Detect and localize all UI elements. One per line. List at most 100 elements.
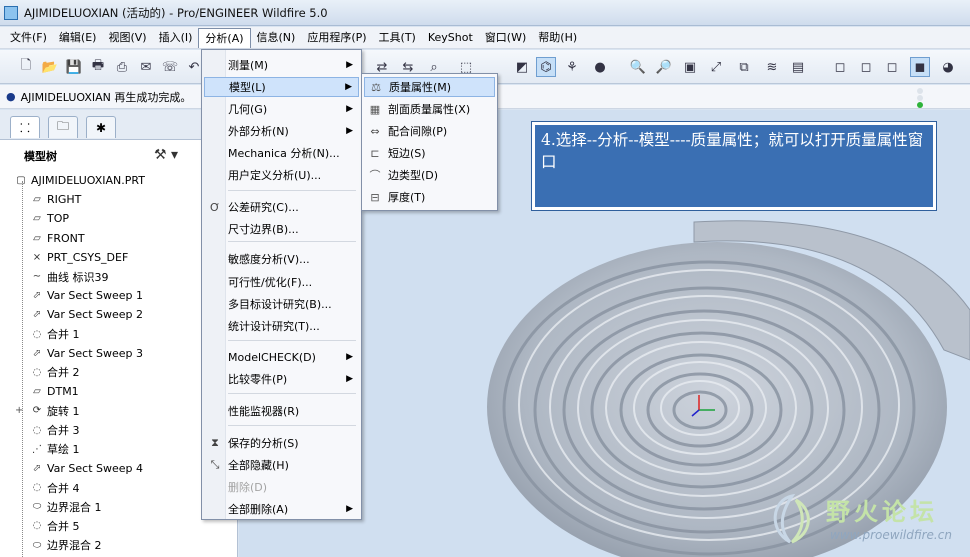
analysis-menu-item[interactable]: 模型(L) ▶ xyxy=(204,77,359,97)
menu-item-label: 用户定义分析(U)... xyxy=(228,169,322,182)
menu-separator xyxy=(228,340,356,341)
enhanced-realism-icon[interactable]: ◕ xyxy=(938,57,958,77)
analysis-menu-item[interactable]: 敏感度分析(V)... xyxy=(204,249,359,269)
menu-file[interactable]: 文件(F) xyxy=(4,28,53,48)
tab-model-tree[interactable]: ⸬ xyxy=(10,116,40,138)
analysis-menu-item[interactable]: 全部删除(A) ▶ xyxy=(204,499,359,519)
model-submenu-item[interactable]: ▦ 剖面质量属性(X) xyxy=(364,99,495,119)
favorites-icon: ✱ xyxy=(95,120,107,135)
merge-icon: ◌ xyxy=(32,520,42,532)
shaded-icon[interactable]: ◼ xyxy=(910,57,930,77)
clearance-icon: ⇔ xyxy=(370,124,380,138)
shading-icon[interactable]: ● xyxy=(590,57,610,77)
menu-separator xyxy=(228,393,356,394)
layers-icon[interactable]: ≋ xyxy=(762,57,782,77)
email-icon[interactable]: ✉ xyxy=(136,57,156,77)
tree-settings-icon[interactable]: ⚒ ▾ xyxy=(154,147,178,163)
menu-item-label: 全部删除(A) xyxy=(228,503,289,516)
wireframe-icon[interactable]: ◻ xyxy=(830,57,850,77)
model-submenu-item[interactable]: ⇔ 配合间隙(P) xyxy=(364,121,495,141)
tree-node[interactable]: ⬭ 边界混合 2 xyxy=(0,536,238,555)
menu-insert[interactable]: 插入(I) xyxy=(153,28,199,48)
analysis-menu-item[interactable]: 比较零件(P) ▶ xyxy=(204,369,359,389)
menu-item-label: 统计设计研究(T)... xyxy=(228,320,320,333)
analysis-menu-item[interactable]: ⤡ 全部隐藏(H) xyxy=(204,455,359,475)
analysis-menu-item[interactable]: Mechanica 分析(N)... xyxy=(204,143,359,163)
menu-applications[interactable]: 应用程序(P) xyxy=(301,28,372,48)
menu-separator xyxy=(228,241,356,242)
tree-node-label: 合并 5 xyxy=(47,519,80,533)
hide-all-icon: ⤡ xyxy=(210,458,220,471)
point-display-icon[interactable]: ⚘ xyxy=(562,57,582,77)
send-icon[interactable]: ☏ xyxy=(160,57,180,77)
menu-keyshot[interactable]: KeyShot xyxy=(422,28,479,48)
tree-node-label: 旋转 1 xyxy=(47,404,80,418)
analysis-menu-item[interactable]: 性能监视器(R) xyxy=(204,401,359,421)
callout-text: 4.选择--分析--模型----质量属性；就可以打开质量属性窗口 xyxy=(541,131,924,171)
menu-separator xyxy=(228,190,356,191)
tree-node-label: 边界混合 2 xyxy=(47,539,102,553)
analysis-menu-item: 删除(D) xyxy=(204,477,359,497)
analysis-menu-item[interactable]: 尺寸边界(B)... xyxy=(204,219,359,239)
open-icon[interactable]: 📂 xyxy=(40,57,60,77)
analysis-menu-item[interactable]: 多目标设计研究(B)... xyxy=(204,294,359,314)
analysis-menu-item[interactable]: 测量(M) ▶ xyxy=(204,55,359,75)
status-message: AJIMIDELUOXIAN 再生成功完成。 xyxy=(20,90,192,104)
datum-plane-icon: ▱ xyxy=(33,194,41,206)
menu-info[interactable]: 信息(N) xyxy=(251,28,302,48)
menu-edit[interactable]: 编辑(E) xyxy=(53,28,103,48)
reorient-icon[interactable]: ⤢ xyxy=(706,57,726,77)
axis-display-icon[interactable]: ⌬ xyxy=(536,57,556,77)
saved-views-icon[interactable]: ⧉ xyxy=(734,57,754,77)
menu-help[interactable]: 帮助(H) xyxy=(532,28,583,48)
model-submenu-item[interactable]: ⊟ 厚度(T) xyxy=(364,187,495,207)
menu-view[interactable]: 视图(V) xyxy=(102,28,152,48)
plane-display-icon[interactable]: ◩ xyxy=(512,57,532,77)
analysis-menu-item[interactable]: Ơ 公差研究(C)... xyxy=(204,197,359,217)
model-submenu-item[interactable]: ⚖ 质量属性(M) xyxy=(364,77,495,97)
analysis-menu-item[interactable]: 可行性/优化(F)... xyxy=(204,272,359,292)
menu-item-label: 敏感度分析(V)... xyxy=(228,253,310,266)
zoom-out-icon[interactable]: 🔎 xyxy=(654,57,674,77)
refit-icon[interactable]: ▣ xyxy=(680,57,700,77)
tree-node-label: Var Sect Sweep 1 xyxy=(47,289,144,303)
print-icon[interactable]: 🖶 xyxy=(88,57,108,77)
menu-analysis[interactable]: 分析(A) xyxy=(198,27,251,48)
menu-item-label: 尺寸边界(B)... xyxy=(228,223,299,236)
no-hidden-icon[interactable]: ◻ xyxy=(882,57,902,77)
submenu-item-label: 厚度(T) xyxy=(388,191,426,204)
menu-window[interactable]: 窗口(W) xyxy=(479,28,532,48)
model-submenu: ⚖ 质量属性(M) ▦ 剖面质量属性(X) ⇔ 配合间隙(P) ⊏ 短边(S) ⌒ 边类型(D) ⊟… xyxy=(361,73,498,211)
analysis-menu-item[interactable]: 统计设计研究(T)... xyxy=(204,316,359,336)
analysis-menu-item[interactable]: 外部分析(N) ▶ xyxy=(204,121,359,141)
print-preview-icon[interactable]: ⎙ xyxy=(112,57,132,77)
tab-folder-browser[interactable]: 🗀 xyxy=(48,116,78,138)
zoom-in-icon[interactable]: 🔍 xyxy=(628,57,648,77)
analysis-menu-item[interactable]: 用户定义分析(U)... xyxy=(204,165,359,185)
regen-status-icon[interactable] xyxy=(914,88,926,108)
analysis-menu-item[interactable]: 几何(G) ▶ xyxy=(204,99,359,119)
analysis-menu-item[interactable]: ModelCHECK(D) ▶ xyxy=(204,347,359,367)
hidden-line-icon[interactable]: ◻ xyxy=(856,57,876,77)
tolerance-icon: Ơ xyxy=(209,200,221,214)
submenu-arrow-icon: ▶ xyxy=(346,60,353,70)
submenu-arrow-icon: ▶ xyxy=(345,82,352,92)
save-icon[interactable]: 💾 xyxy=(64,57,84,77)
submenu-item-label: 剖面质量属性(X) xyxy=(388,103,471,116)
model-submenu-item[interactable]: ⌒ 边类型(D) xyxy=(364,165,495,185)
menu-tools[interactable]: 工具(T) xyxy=(373,28,422,48)
menu-separator xyxy=(228,425,356,426)
new-icon[interactable]: 🗋 xyxy=(16,57,36,77)
render-icon[interactable]: ▤ xyxy=(788,57,808,77)
sweep-icon: ⬀ xyxy=(32,309,42,321)
model-submenu-item[interactable]: ⊏ 短边(S) xyxy=(364,143,495,163)
expand-icon[interactable]: + xyxy=(15,405,23,416)
edge-type-icon: ⌒ xyxy=(369,169,381,182)
forum-url: www.proewildfire.cn xyxy=(830,528,952,542)
curve-icon: ∼ xyxy=(32,271,42,283)
analysis-menu-item[interactable]: ⧗ 保存的分析(S) xyxy=(204,433,359,453)
boundary-blend-icon: ⬭ xyxy=(32,501,42,513)
tab-favorites[interactable]: ✱ xyxy=(86,116,116,138)
tree-node-label: 合并 1 xyxy=(47,328,80,342)
model-tree-title: 模型树 xyxy=(24,150,57,163)
